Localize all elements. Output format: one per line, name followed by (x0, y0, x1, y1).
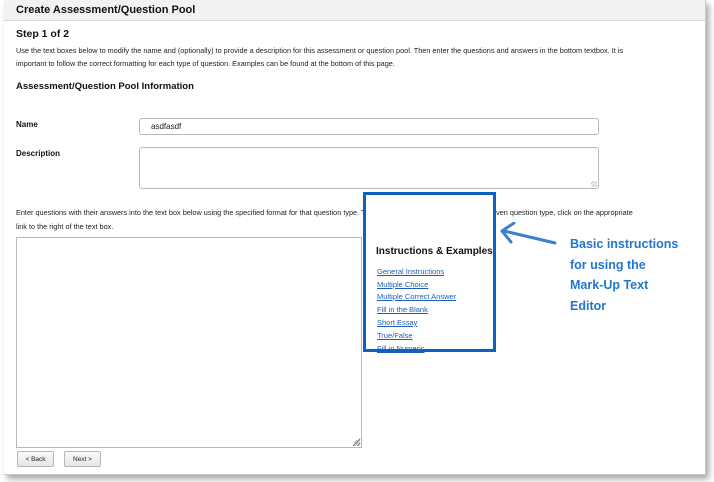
link-true-false[interactable]: True/False (377, 331, 413, 340)
callout-line-1: Basic instructions (570, 237, 679, 251)
section-title-info: Assessment/Question Pool Information (16, 81, 194, 92)
callout-line-3: Mark-Up Text (570, 278, 649, 292)
link-multiple-correct-answer[interactable]: Multiple Correct Answer (377, 292, 456, 301)
description-field[interactable] (139, 147, 599, 189)
intro-line-1: Use the text boxes below to modify the n… (16, 46, 624, 55)
description-label: Description (16, 149, 61, 158)
page-title: Create Assessment/Question Pool (16, 4, 196, 16)
callout-line-2: for using the (570, 257, 646, 272)
intro-line-2: important to follow the correct formatti… (16, 58, 395, 68)
callout-annotation: Basic instructions for using the Mark-Up… (570, 234, 710, 316)
callout-arrow-icon (500, 222, 557, 245)
next-button[interactable]: Next > (64, 451, 101, 467)
description-resize-handle[interactable] (591, 181, 597, 187)
title-bar: Create Assessment/Question Pool (4, 0, 705, 21)
intro-text: Use the text boxes below to modify the n… (16, 45, 706, 70)
questions-textarea[interactable] (16, 237, 362, 448)
link-short-essay[interactable]: Short Essay (377, 318, 417, 327)
link-fill-in-the-blank[interactable]: Fill in the Blank (377, 305, 428, 314)
instructions-examples-panel: Instructions & Examples General Instruct… (363, 192, 496, 353)
name-label: Name (16, 120, 38, 129)
questions-resize-handle[interactable] (354, 440, 360, 446)
callout-line-4: Editor (570, 298, 607, 313)
step-indicator: Step 1 of 2 (16, 28, 70, 40)
link-fill-in-numeric[interactable]: Fill in Numeric (377, 344, 425, 353)
link-general-instructions[interactable]: General Instructions (377, 267, 444, 276)
link-multiple-choice[interactable]: Multiple Choice (377, 280, 428, 289)
name-field[interactable] (139, 118, 599, 135)
instructions-examples-title: Instructions & Examples (376, 246, 493, 257)
back-button[interactable]: < Back (17, 451, 54, 467)
